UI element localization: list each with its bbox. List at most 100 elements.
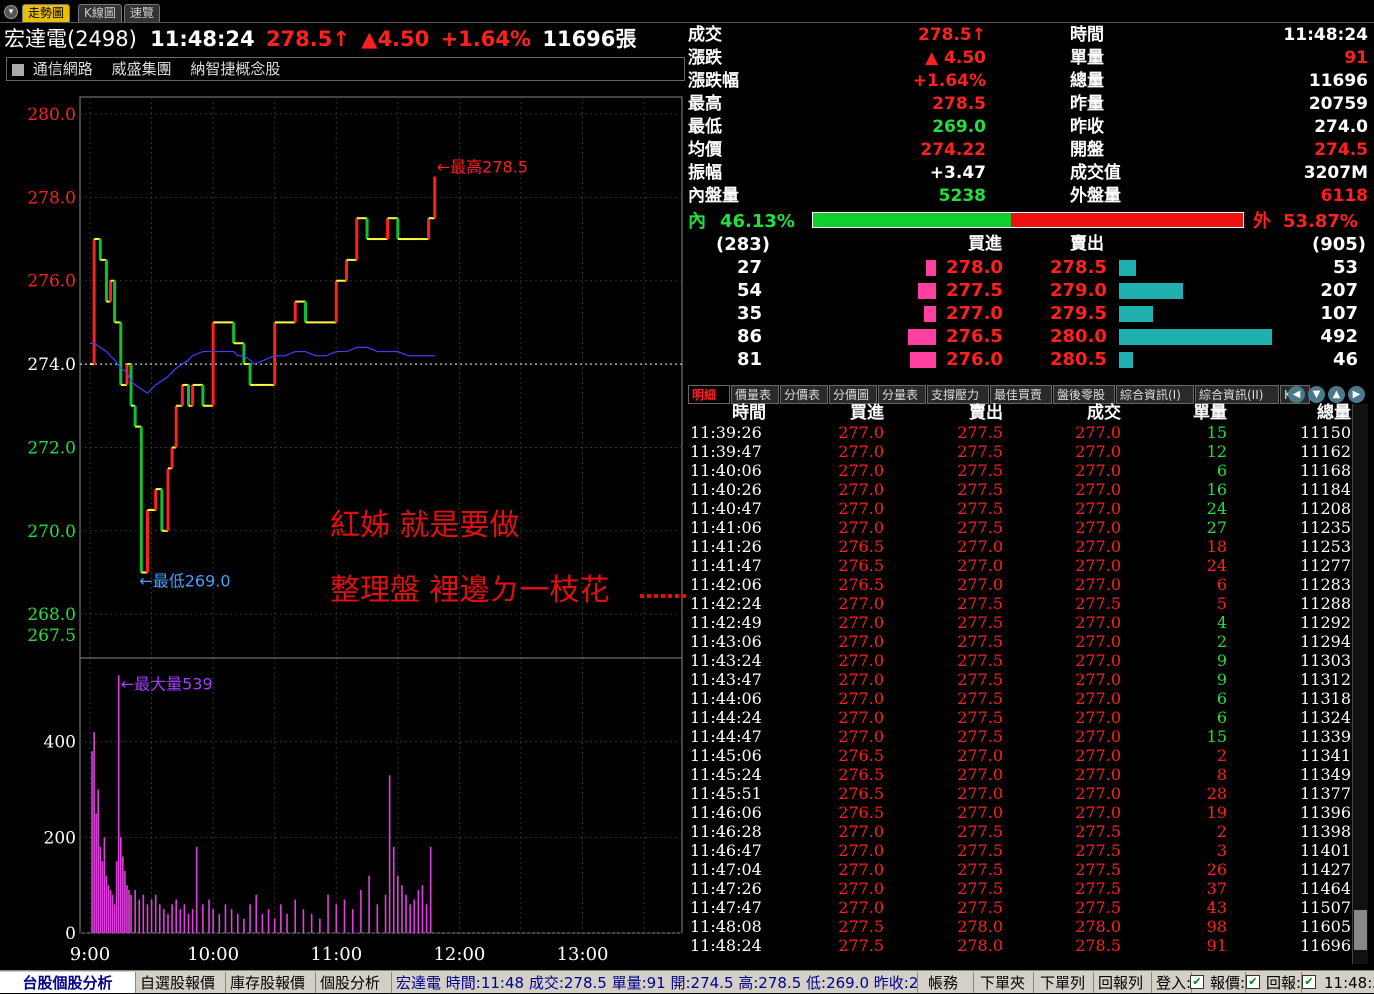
tick-scrollbar[interactable]	[1352, 404, 1368, 964]
tick-cell: 11:41:06	[690, 518, 762, 537]
table-row: 11:43:06 277.0 277.5 277.0 2 11294	[688, 632, 1358, 651]
tick-cell: 277.0	[957, 575, 1003, 594]
table-row: 11:47:04 277.0 277.5 277.5 26 11427	[688, 860, 1358, 879]
tick-header: 買進	[850, 403, 884, 423]
tick-header: 單量	[1193, 403, 1227, 423]
detail-tab[interactable]: 支撐壓力	[927, 385, 989, 404]
tick-cell: 277.5	[957, 499, 1003, 518]
report-check-icon[interactable]: ✔	[1302, 975, 1316, 989]
high-annotation: ←最高278.5	[437, 158, 528, 177]
status-account[interactable]: 帳務	[924, 972, 974, 993]
tick-cell: 15	[1206, 423, 1227, 442]
detail-tabs: 明細 價量表 分價表 分價圖 分量表 支撐壓力 最佳買賣 盤後零股 綜合資訊(I) 綜合資訊(II…	[688, 385, 1370, 404]
status-order-bar[interactable]: 下單列	[1036, 972, 1094, 993]
tick-cell: 11:45:24	[690, 765, 762, 784]
status-tab-active[interactable]: 台股個股分析	[0, 972, 136, 993]
tick-cell: 276.5	[838, 765, 884, 784]
status-order-folder[interactable]: 下單夾	[976, 972, 1034, 993]
tick-cell: 6	[1216, 708, 1227, 727]
tick-cell: 5	[1216, 594, 1227, 613]
tick-cell: 277.0	[1075, 613, 1121, 632]
tab-trend-chart[interactable]: 走勢圖	[22, 4, 71, 22]
tick-cell: 277.0	[1075, 499, 1121, 518]
tick-cell: 277.0	[957, 746, 1003, 765]
tick-cell: 277.0	[1075, 461, 1121, 480]
tick-cell: 11:39:47	[690, 442, 762, 461]
tick-cell: 11303	[1300, 651, 1351, 670]
detail-tab[interactable]: 分價圖	[829, 385, 877, 404]
bid-qty: 35	[736, 303, 762, 324]
tag-item[interactable]: 通信網路	[33, 60, 93, 78]
tick-cell: 11:45:06	[690, 746, 762, 765]
tick-cell: 277.0	[838, 860, 884, 879]
scrollbar-thumb[interactable]	[1354, 910, 1367, 950]
quote-label: 單量	[1070, 48, 1104, 68]
tick-cell: 28	[1206, 784, 1227, 803]
status-login: 登入:	[1152, 972, 1192, 993]
tab-quick-view[interactable]: 速覽	[124, 4, 161, 22]
tick-cell: 277.5	[1075, 841, 1121, 860]
intraday-chart: 280.0 278.0 276.0 274.0 272.0 270.0 268.0267.5…	[27, 96, 686, 965]
tick-cell: 3	[1216, 841, 1227, 860]
x-tick-label: 9:00	[70, 944, 110, 965]
status-tab[interactable]: 個股分析	[316, 972, 392, 993]
tick-cell: 11:40:06	[690, 461, 762, 480]
tab-scroll-icon[interactable]: ◀	[1288, 386, 1305, 403]
detail-tab[interactable]: 綜合資訊(I)	[1116, 385, 1194, 404]
collapse-checkbox-icon[interactable]	[12, 63, 24, 76]
table-row: 11:45:06 276.5 277.0 277.0 2 11341	[688, 746, 1358, 765]
quote-label: 開盤	[1070, 140, 1104, 160]
outer-label: 外	[1253, 211, 1271, 232]
tag-item[interactable]: 納智捷概念股	[190, 60, 280, 78]
tab-scroll-icon[interactable]: ▲	[1328, 386, 1345, 403]
view-tabbar: ▾ 走勢圖 K線圖 速覽	[0, 0, 1374, 23]
menu-dropdown-icon[interactable]: ▾	[4, 5, 18, 19]
status-tab[interactable]: 庫存股報價	[226, 972, 316, 993]
tick-cell: 277.5	[957, 480, 1003, 499]
tick-cell: 11184	[1300, 480, 1351, 499]
detail-tab[interactable]: 分量表	[878, 385, 926, 404]
tick-cell: 11427	[1300, 860, 1351, 879]
table-row: 11:48:08 277.5 278.0 278.0 98 11605	[688, 917, 1358, 936]
tick-cell: 277.0	[1075, 556, 1121, 575]
tick-cell: 277.0	[838, 841, 884, 860]
volume-frame	[79, 657, 683, 934]
tab-scroll-icon[interactable]: ▶	[1348, 386, 1365, 403]
detail-tab[interactable]: 分價表	[780, 385, 828, 404]
tick-cell: 277.0	[838, 670, 884, 689]
tag-item[interactable]: 威盛集團	[112, 60, 172, 78]
quote-check-icon[interactable]: ✔	[1246, 975, 1260, 989]
login-check-icon[interactable]: ✔	[1190, 975, 1204, 989]
status-tab[interactable]: 自選股報價	[136, 972, 226, 993]
tick-cell: 277.5	[957, 670, 1003, 689]
bid-qty: 27	[736, 257, 762, 278]
tick-cell: 277.0	[1075, 765, 1121, 784]
tab-scroll-icon[interactable]: ▼	[1308, 386, 1325, 403]
tick-cell: 26	[1206, 860, 1227, 879]
tick-cell: 11253	[1300, 537, 1351, 556]
tick-cell: 11162	[1300, 442, 1351, 461]
tick-cell: 11312	[1300, 670, 1351, 689]
volume-panel: 400 200 0 ←最大量539 9:00 10:00 11:00 12:00 13:00	[44, 657, 683, 965]
tick-cell: 11:39:26	[690, 423, 762, 442]
tab-kline-chart[interactable]: K線圖	[78, 4, 122, 22]
tick-cell: 277.0	[1075, 632, 1121, 651]
tick-cell: 277.0	[838, 898, 884, 917]
bid-price: 276.5	[946, 326, 1003, 347]
quote-label: 漲跌	[688, 48, 722, 68]
detail-tab[interactable]: 綜合資訊(II)	[1195, 385, 1279, 404]
tick-cell: 91	[1206, 936, 1227, 955]
tick-cell: 9	[1216, 651, 1227, 670]
status-report-bar[interactable]: 回報列	[1094, 972, 1152, 993]
ask-qty: 107	[1320, 303, 1358, 324]
detail-tab[interactable]: 盤後零股	[1053, 385, 1115, 404]
tick-header: 賣出	[969, 403, 1003, 423]
tick-cell: 277.5	[957, 860, 1003, 879]
detail-tab[interactable]: 價量表	[731, 385, 779, 404]
tick-cell: 11398	[1300, 822, 1351, 841]
tick-cell: 277.0	[838, 499, 884, 518]
bid-depth-bar	[908, 329, 936, 345]
detail-tab[interactable]: 明細	[688, 385, 730, 404]
table-row: 11:44:47 277.0 277.5 277.0 15 11339	[688, 727, 1358, 746]
detail-tab[interactable]: 最佳買賣	[990, 385, 1052, 404]
